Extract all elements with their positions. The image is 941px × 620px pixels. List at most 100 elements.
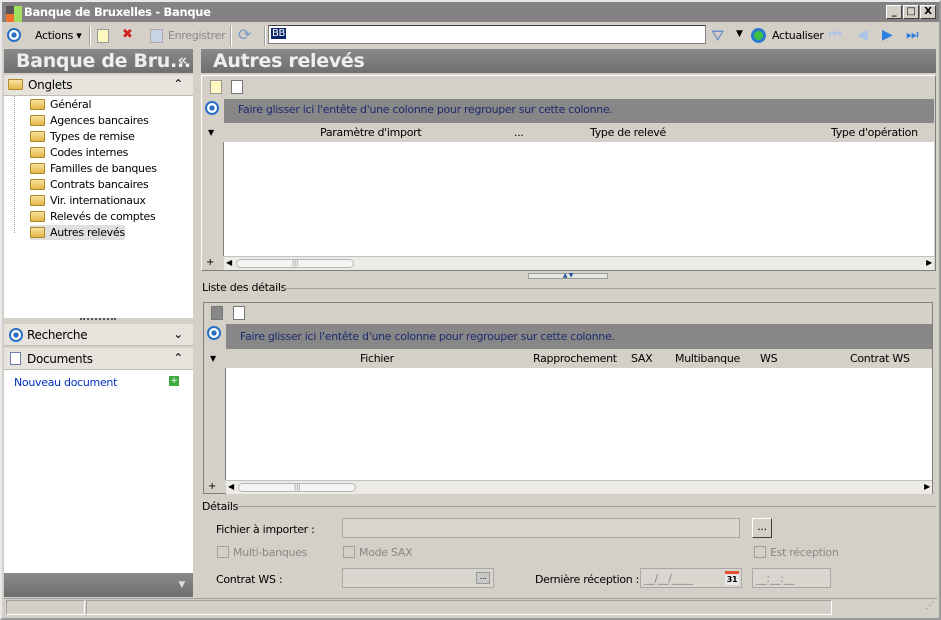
folder-icon: [30, 163, 45, 174]
minimize-button[interactable]: _: [886, 5, 902, 19]
edit-row-icon[interactable]: [231, 80, 243, 94]
grid-options-icon[interactable]: [207, 326, 221, 340]
column-chooser-icon[interactable]: ▼: [208, 128, 214, 137]
expand-icon[interactable]: +: [208, 481, 216, 492]
tree-item-familles[interactable]: Familles de banques: [30, 161, 157, 176]
last-reception-date-input[interactable]: __/__/____ 31: [640, 568, 742, 588]
last-record-icon[interactable]: ⏭: [906, 27, 919, 43]
mode-sax-label: Mode SAX: [359, 546, 413, 559]
previous-record-icon[interactable]: ◀: [857, 27, 868, 43]
tree-item-label: Codes internes: [50, 146, 129, 159]
filter-dropdown-icon[interactable]: ▼: [736, 29, 743, 39]
close-button[interactable]: X: [920, 5, 936, 19]
recherche-group-header[interactable]: Recherche ⌄: [4, 324, 193, 346]
new-row-icon[interactable]: [210, 80, 222, 94]
details-label: Détails: [202, 500, 239, 513]
grid-options-icon[interactable]: [205, 101, 219, 115]
column-header-row: Fichier Rapprochement SAX Multibanque WS…: [226, 349, 932, 368]
group-by-area[interactable]: Faire glisser ici l'entête d'une colonne…: [224, 99, 934, 123]
tree-item-autres-releves[interactable]: Autres relevés: [30, 225, 125, 240]
expand-chevron-icon[interactable]: ⌄: [173, 327, 183, 341]
column-header-rapprochement[interactable]: Rapprochement: [533, 349, 617, 368]
refresh-button[interactable]: Actualiser: [772, 29, 824, 42]
panel-splitter[interactable]: ▲ ▼: [528, 273, 608, 279]
refresh-icon[interactable]: [751, 28, 766, 43]
new-icon[interactable]: [97, 29, 109, 43]
overflow-dropdown-icon[interactable]: ▼: [178, 580, 185, 590]
group-by-area[interactable]: Faire glisser ici l'entête d'une colonne…: [226, 324, 932, 349]
scrollbar-thumb[interactable]: |||: [238, 483, 356, 492]
file-label: Fichier à importer :: [216, 523, 315, 536]
column-header-type-releve[interactable]: Type de relevé: [590, 123, 666, 142]
tree-item-general[interactable]: Général: [30, 97, 92, 112]
tree-item-codes-internes[interactable]: Codes internes: [30, 145, 128, 160]
divider: [235, 506, 936, 507]
column-header-ellipsis[interactable]: ...: [514, 123, 524, 142]
contract-ws-input[interactable]: ...: [342, 568, 494, 588]
filter-icon[interactable]: ⛛: [711, 26, 724, 46]
folder-icon: [8, 79, 23, 90]
separator: [89, 26, 91, 46]
nav-circle-icon[interactable]: [7, 28, 21, 42]
resize-grip-icon[interactable]: ⋰: [925, 601, 934, 611]
status-bar: ⋰: [4, 598, 937, 616]
tree-item-label: Familles de banques: [50, 162, 157, 175]
browse-file-button[interactable]: ...: [752, 518, 772, 538]
documents-group-header[interactable]: Documents ⌃: [4, 348, 193, 370]
scrollbar-thumb[interactable]: |||: [236, 259, 354, 268]
sync-icon[interactable]: ⟳: [238, 25, 251, 44]
details-grid: Faire glisser ici l'entête d'une colonne…: [203, 302, 933, 494]
column-chooser-icon[interactable]: ▼: [210, 354, 216, 363]
collapse-chevron-icon[interactable]: ⌃: [173, 77, 183, 91]
column-header-contrat-ws[interactable]: Contrat WS: [850, 349, 910, 368]
calendar-icon[interactable]: 31: [725, 571, 739, 585]
tree-item-label: Agences bancaires: [50, 114, 149, 127]
scroll-left-icon[interactable]: ◀: [226, 258, 232, 267]
column-header-sax[interactable]: SAX: [631, 349, 653, 368]
multi-banques-checkbox[interactable]: [217, 546, 229, 558]
horizontal-scrollbar[interactable]: + ◀ ||| ▶: [206, 256, 934, 270]
sidebar-footer: ▼: [4, 573, 193, 597]
edit-row-icon[interactable]: [233, 306, 245, 320]
contract-picker-button[interactable]: ...: [476, 572, 490, 584]
column-header-ws[interactable]: WS: [760, 349, 778, 368]
horizontal-scrollbar[interactable]: + ◀ ||| ▶: [208, 480, 932, 494]
tree-item-types-remise[interactable]: Types de remise: [30, 129, 135, 144]
document-icon: [10, 352, 21, 365]
scroll-right-icon[interactable]: ▶: [926, 258, 932, 267]
app-logo-icon: [6, 6, 22, 22]
maximize-button[interactable]: □: [903, 5, 919, 19]
first-record-icon[interactable]: ⏮: [829, 27, 842, 43]
new-document-link[interactable]: Nouveau document: [14, 376, 117, 389]
tree-item-releves-comptes[interactable]: Relevés de comptes: [30, 209, 156, 224]
actions-menu[interactable]: Actions ▾: [35, 29, 82, 42]
divider: [283, 288, 936, 289]
tree-item-vir-internationaux[interactable]: Vir. internationaux: [30, 193, 146, 208]
column-header-fichier[interactable]: Fichier: [360, 349, 394, 368]
expand-icon[interactable]: +: [206, 257, 214, 268]
new-row-icon[interactable]: [211, 306, 223, 320]
last-reception-time-input[interactable]: __:__:__: [752, 568, 831, 588]
scroll-right-icon[interactable]: ▶: [924, 482, 930, 491]
tree-item-contrats[interactable]: Contrats bancaires: [30, 177, 149, 192]
add-icon[interactable]: +: [169, 376, 179, 386]
column-header-type-operation[interactable]: Type d'opération: [831, 123, 918, 142]
grid-body: [224, 142, 934, 256]
scroll-left-icon[interactable]: ◀: [228, 482, 234, 491]
delete-icon[interactable]: ✖: [122, 27, 133, 42]
next-record-icon[interactable]: ▶: [882, 27, 893, 43]
collapse-sidebar-button[interactable]: «: [178, 51, 188, 69]
search-value: BB: [271, 28, 287, 39]
onglets-group-header[interactable]: Onglets ⌃: [4, 75, 193, 96]
mode-sax-checkbox[interactable]: [343, 546, 355, 558]
tree-item-agences[interactable]: Agences bancaires: [30, 113, 149, 128]
est-reception-checkbox[interactable]: [754, 546, 766, 558]
column-header-parametre[interactable]: Paramètre d'import: [320, 123, 422, 142]
file-input[interactable]: [342, 518, 740, 538]
save-button[interactable]: Enregistrer: [168, 29, 226, 42]
multi-banques-label: Multi-banques: [233, 546, 308, 559]
collapse-chevron-icon[interactable]: ⌃: [173, 351, 183, 365]
sidebar-splitter[interactable]: [80, 318, 116, 320]
column-header-multibanque[interactable]: Multibanque: [675, 349, 740, 368]
search-input[interactable]: BB: [268, 25, 706, 44]
